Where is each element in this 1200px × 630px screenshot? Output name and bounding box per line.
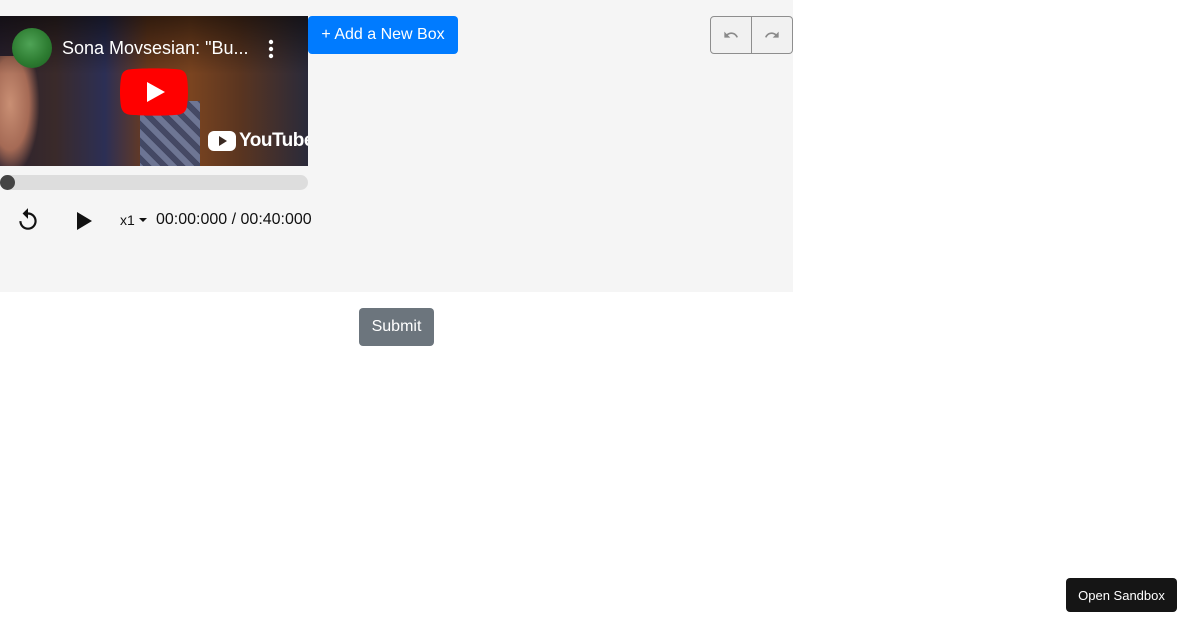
youtube-logo-text: YouTube [239, 130, 308, 151]
youtube-logo-icon [208, 131, 236, 151]
play-icon[interactable] [74, 210, 94, 232]
more-vert-icon[interactable] [262, 38, 280, 60]
youtube-video-embed[interactable]: Sona Movsesian: "Bu... YouTube [0, 16, 308, 166]
redo-button[interactable] [752, 16, 793, 54]
playback-speed-value: x1 [120, 212, 135, 228]
add-new-box-button[interactable]: + Add a New Box [308, 16, 458, 54]
undo-button[interactable] [710, 16, 752, 54]
timeline-handle[interactable] [0, 175, 15, 190]
caret-down-icon [138, 218, 147, 222]
history-button-group [710, 16, 793, 54]
youtube-play-icon[interactable] [120, 68, 188, 116]
replay-icon[interactable] [15, 207, 41, 233]
undo-icon [724, 31, 738, 38]
submit-button[interactable]: Submit [359, 308, 434, 346]
playback-speed-select[interactable]: x1 [120, 212, 147, 228]
playback-time: 00:00:000 / 00:40:000 [156, 211, 312, 228]
youtube-logo[interactable]: YouTube [208, 129, 308, 153]
redo-icon [765, 31, 779, 38]
open-sandbox-button[interactable]: Open Sandbox [1066, 578, 1177, 612]
video-title[interactable]: Sona Movsesian: "Bu... [62, 38, 249, 59]
channel-avatar[interactable] [12, 28, 52, 68]
timeline-track[interactable] [0, 175, 308, 190]
